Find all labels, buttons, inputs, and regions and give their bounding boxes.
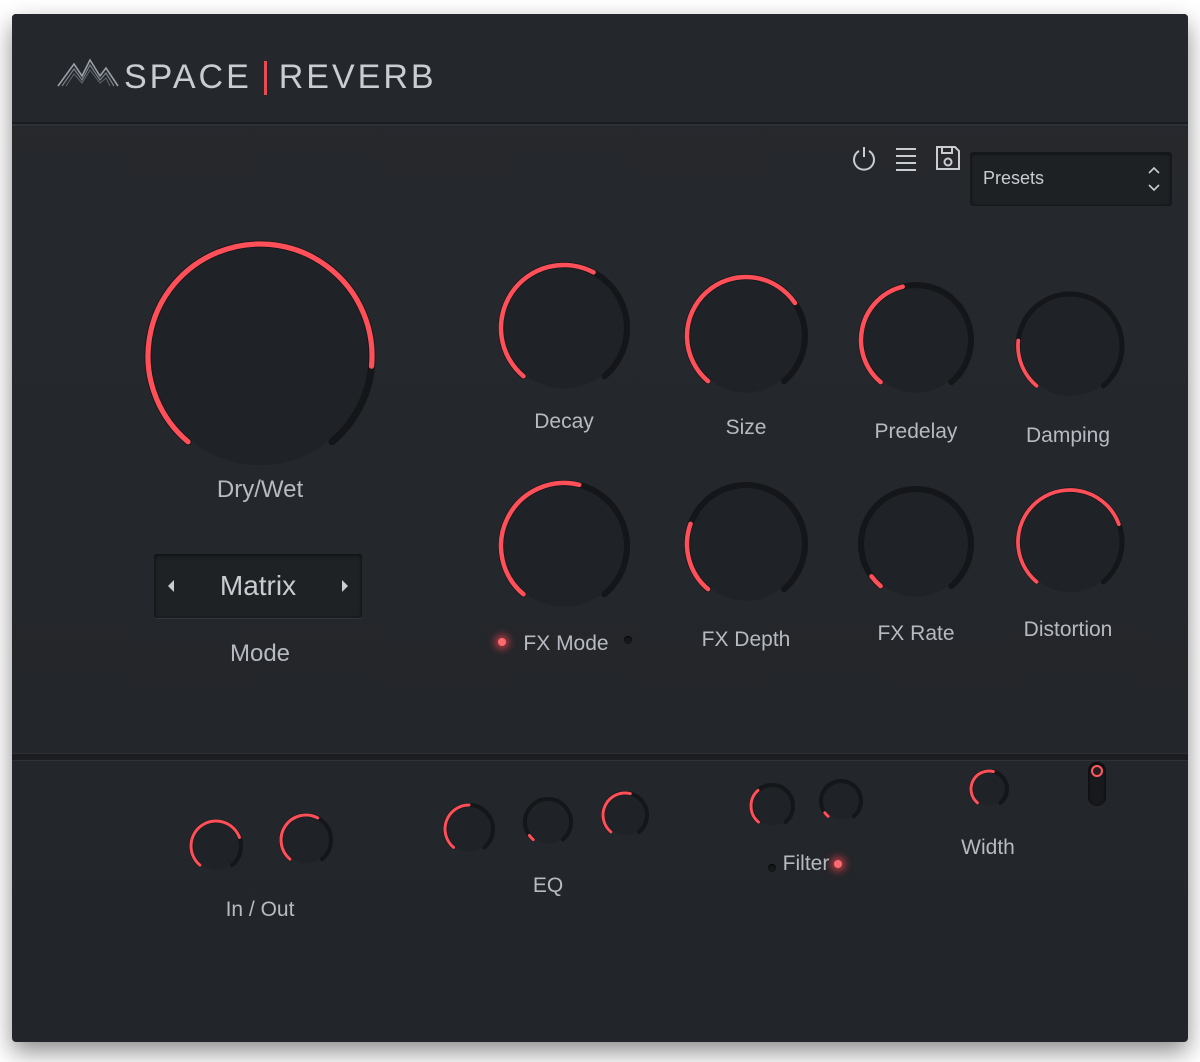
inout-label: In / Out [225, 898, 295, 921]
drywet-knob[interactable] [140, 236, 380, 476]
predelay-knob[interactable] [854, 278, 978, 402]
plugin-window: SPACE REVERB Presets Dry/Wet Matrix Mode… [12, 14, 1188, 1042]
fx-mode-led-left[interactable] [498, 638, 506, 646]
width-knob[interactable] [966, 766, 1012, 812]
width-label: Width [961, 836, 1015, 859]
distortion-knob-body [1020, 492, 1120, 592]
input-knob[interactable] [186, 816, 246, 876]
decay-label: Decay [534, 410, 594, 433]
eq-label: EQ [532, 874, 564, 897]
distortion-knob[interactable] [1012, 484, 1128, 600]
filter-low-knob[interactable] [746, 780, 798, 832]
presets-dropdown[interactable]: Presets [970, 152, 1172, 206]
decay-knob-body [503, 267, 625, 389]
fx-depth-label: FX Depth [701, 628, 791, 651]
eq-low-knob[interactable] [440, 800, 498, 858]
mode-selector[interactable]: Matrix [154, 554, 362, 618]
toggle-switch[interactable] [1088, 762, 1106, 806]
filter-high-knob[interactable] [816, 776, 866, 826]
fx-mode-knob[interactable] [494, 476, 634, 616]
header-bar: SPACE REVERB [12, 14, 1188, 124]
brand-title: SPACE REVERB [124, 58, 437, 97]
fx-mode-led-right[interactable] [624, 636, 632, 644]
fx-mode-label: FX Mode [523, 632, 609, 655]
fx-rate-knob[interactable] [854, 482, 978, 606]
toolbar [850, 144, 962, 172]
drywet-knob-body [150, 246, 370, 466]
filter-led-left[interactable] [768, 864, 776, 872]
brand-reverb: REVERB [278, 58, 437, 96]
brand-separator [263, 60, 267, 95]
toggle-indicator [1091, 765, 1103, 777]
damping-label: Damping [1025, 424, 1111, 447]
eq-mid-knob[interactable] [520, 794, 576, 850]
updown-chevron-icon[interactable] [1147, 163, 1161, 195]
eq-high-knob[interactable] [598, 788, 652, 842]
size-knob[interactable] [680, 270, 812, 402]
drywet-label: Dry/Wet [216, 476, 304, 503]
arrow-right-icon[interactable] [340, 578, 350, 594]
fx-rate-label: FX Rate [877, 622, 955, 645]
fx-mode-knob-body [503, 485, 625, 607]
section-divider [12, 754, 1188, 760]
predelay-label: Predelay [874, 420, 958, 443]
mode-label: Mode [229, 640, 291, 667]
fx-depth-knob[interactable] [680, 478, 812, 610]
power-icon[interactable] [850, 144, 878, 172]
brand-space: SPACE [124, 58, 252, 96]
output-knob[interactable] [276, 810, 336, 870]
filter-led-right[interactable] [834, 860, 842, 868]
damping-knob-body [1020, 296, 1120, 396]
menu-icon[interactable] [892, 144, 920, 172]
mode-value: Matrix [219, 570, 297, 601]
size-label: Size [725, 416, 767, 439]
waveform-logo-icon [57, 58, 119, 87]
damping-knob[interactable] [1012, 288, 1128, 404]
distortion-label: Distortion [1023, 618, 1113, 641]
decay-knob[interactable] [494, 258, 634, 398]
filter-label: Filter [782, 852, 830, 875]
save-icon[interactable] [934, 144, 962, 172]
presets-label: Presets [983, 168, 1045, 188]
